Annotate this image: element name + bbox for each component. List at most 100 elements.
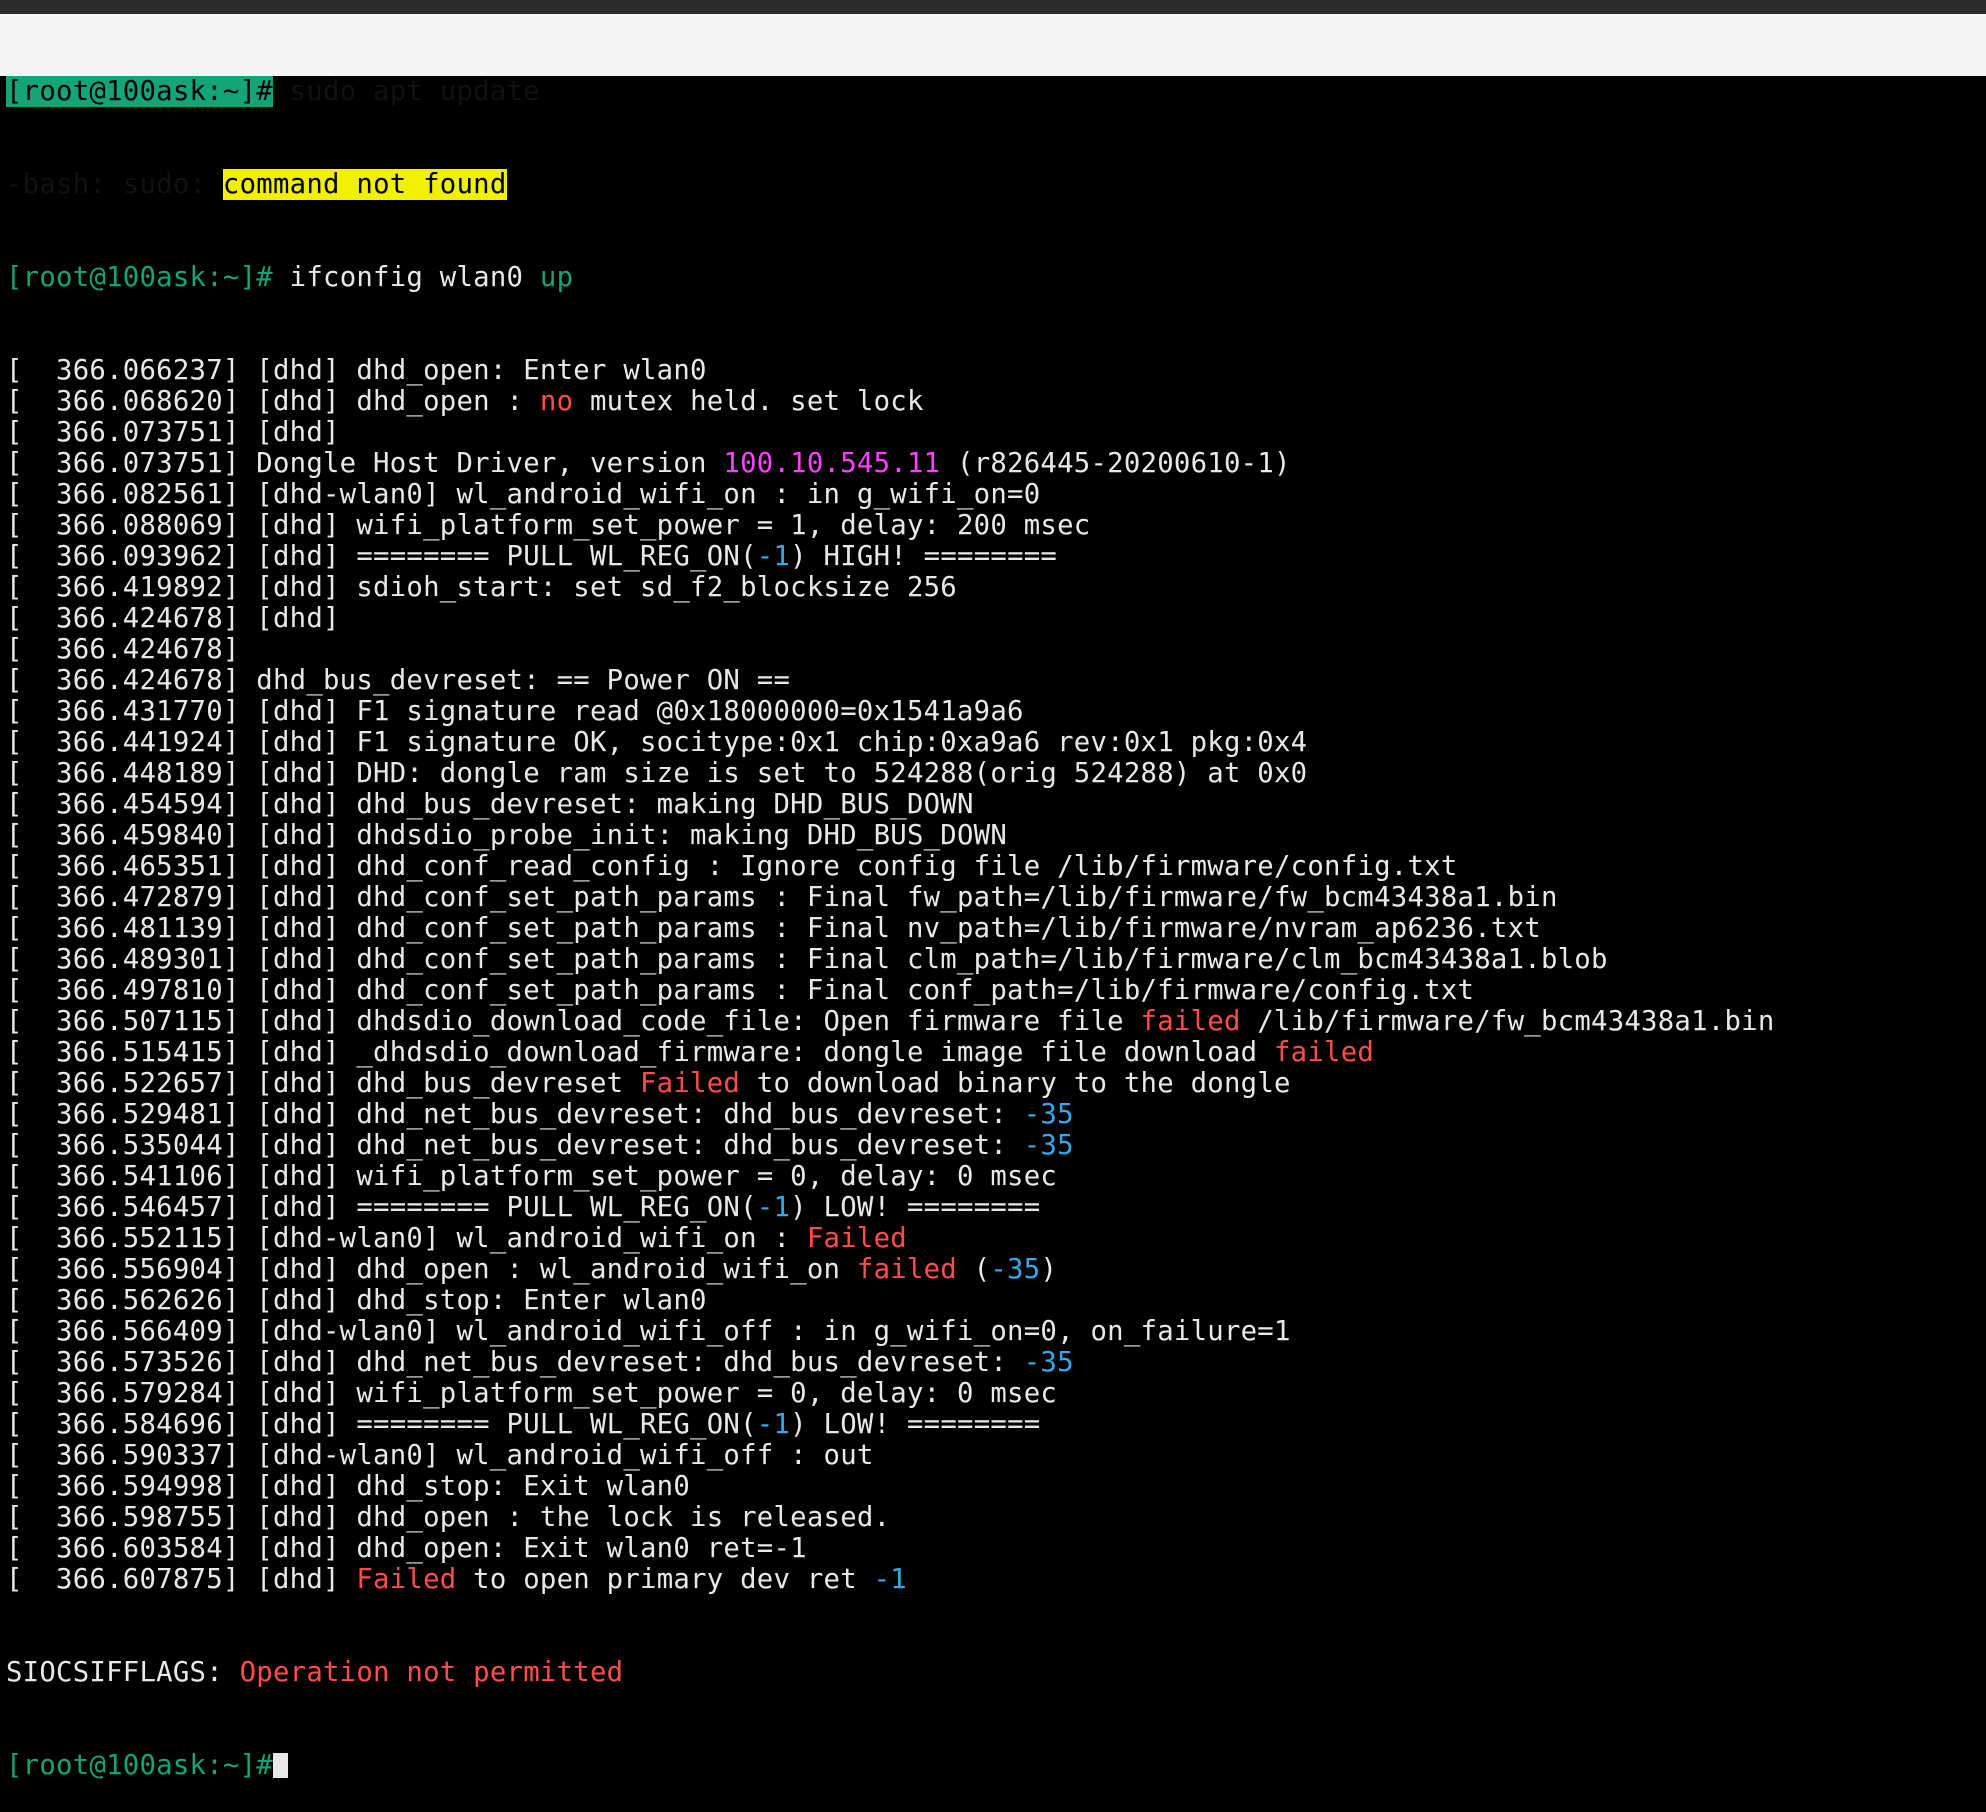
log-text: [dhd] _dhdsdio_download_firmware: dongle… bbox=[239, 1037, 1274, 1068]
log-line: [ 366.598755] [dhd] dhd_open : the lock … bbox=[6, 1502, 1775, 1533]
log-timestamp: [ 366.584696] bbox=[6, 1409, 240, 1440]
log-text-tail: mutex held. set lock bbox=[573, 386, 924, 417]
log-highlight: failed bbox=[1274, 1037, 1375, 1068]
log-timestamp: [ 366.590337] bbox=[6, 1440, 240, 1471]
log-line: [ 366.594998] [dhd] dhd_stop: Exit wlan0 bbox=[6, 1471, 1775, 1502]
log-timestamp: [ 366.562626] bbox=[6, 1285, 240, 1316]
log-text: [dhd] dhdsdio_download_code_file: Open f… bbox=[239, 1006, 1141, 1037]
kernel-log: [ 366.066237] [dhd] dhd_open: Enter wlan… bbox=[6, 355, 1775, 1595]
log-line: [ 366.082561] [dhd-wlan0] wl_android_wif… bbox=[6, 479, 1775, 510]
error-prefix: SIOCSIFFLAGS: bbox=[6, 1657, 240, 1688]
log-text: [dhd] dhd_conf_set_path_params : Final n… bbox=[239, 913, 1541, 944]
log-timestamp: [ 366.459840] bbox=[6, 820, 240, 851]
log-line: [ 366.566409] [dhd-wlan0] wl_android_wif… bbox=[6, 1316, 1775, 1347]
log-line: [ 366.556904] [dhd] dhd_open : wl_androi… bbox=[6, 1254, 1775, 1285]
log-highlight: -35 bbox=[1023, 1347, 1074, 1378]
log-text: [dhd] dhd_open : wl_android_wifi_on bbox=[239, 1254, 857, 1285]
log-line: [ 366.562626] [dhd] dhd_stop: Enter wlan… bbox=[6, 1285, 1775, 1316]
log-line: [ 366.579284] [dhd] wifi_platform_set_po… bbox=[6, 1378, 1775, 1409]
log-text-tail: ) LOW! ======== bbox=[790, 1192, 1041, 1223]
error-message: Operation not permitted bbox=[239, 1657, 624, 1688]
log-text-tail: ) LOW! ======== bbox=[790, 1409, 1041, 1440]
log-text: [dhd] dhd_open: Exit wlan0 ret=-1 bbox=[239, 1533, 807, 1564]
log-timestamp: [ 366.424678] bbox=[6, 634, 240, 665]
log-timestamp: [ 366.507115] bbox=[6, 1006, 240, 1037]
log-line: [ 366.541106] [dhd] wifi_platform_set_po… bbox=[6, 1161, 1775, 1192]
final-prompt-line[interactable]: [root@100ask:~]# bbox=[6, 1750, 1775, 1781]
log-text: Dongle Host Driver, version bbox=[239, 448, 724, 479]
log-text: [dhd] bbox=[239, 1564, 357, 1595]
log-timestamp: [ 366.566409] bbox=[6, 1316, 240, 1347]
log-text-tail: ) bbox=[1040, 1254, 1058, 1285]
log-timestamp: [ 366.529481] bbox=[6, 1099, 240, 1130]
log-highlight: Failed bbox=[640, 1068, 741, 1099]
log-line: [ 366.424678] dhd_bus_devreset: == Power… bbox=[6, 665, 1775, 696]
log-text: [dhd] ======== PULL WL_REG_ON( bbox=[239, 541, 757, 572]
log-line: [ 366.093962] [dhd] ======== PULL WL_REG… bbox=[6, 541, 1775, 572]
log-highlight: -35 bbox=[1023, 1130, 1074, 1161]
log-timestamp: [ 366.594998] bbox=[6, 1471, 240, 1502]
shell-prompt: [root@100ask:~]# bbox=[6, 76, 273, 107]
log-line: [ 366.497810] [dhd] dhd_conf_set_path_pa… bbox=[6, 975, 1775, 1006]
log-line: [ 366.459840] [dhd] dhdsdio_probe_init: … bbox=[6, 820, 1775, 851]
log-text: [dhd] dhd_stop: Exit wlan0 bbox=[239, 1471, 691, 1502]
log-timestamp: [ 366.066237] bbox=[6, 355, 240, 386]
log-text: [dhd] sdioh_start: set sd_f2_blocksize 2… bbox=[239, 572, 957, 603]
log-text: [dhd] dhd_net_bus_devreset: dhd_bus_devr… bbox=[239, 1347, 1024, 1378]
log-line: [ 366.068620] [dhd] dhd_open : no mutex … bbox=[6, 386, 1775, 417]
log-highlight: -35 bbox=[990, 1254, 1041, 1285]
log-text: [dhd] dhdsdio_probe_init: making DHD_BUS… bbox=[239, 820, 1008, 851]
command-text: sudo apt update bbox=[272, 76, 540, 107]
log-text: dhd_bus_devreset: == Power ON == bbox=[239, 665, 791, 696]
log-line: [ 366.454594] [dhd] dhd_bus_devreset: ma… bbox=[6, 789, 1775, 820]
log-text: [dhd-wlan0] wl_android_wifi_off : out bbox=[239, 1440, 874, 1471]
log-highlight: failed bbox=[1140, 1006, 1241, 1037]
log-line: [ 366.472879] [dhd] dhd_conf_set_path_pa… bbox=[6, 882, 1775, 913]
log-text: [dhd] dhd_conf_set_path_params : Final f… bbox=[239, 882, 1558, 913]
log-timestamp: [ 366.481139] bbox=[6, 913, 240, 944]
log-text-tail: to download binary to the dongle bbox=[740, 1068, 1291, 1099]
log-text: [dhd] dhd_net_bus_devreset: dhd_bus_devr… bbox=[239, 1099, 1024, 1130]
command-line-ifconfig: [root@100ask:~]# ifconfig wlan0 up bbox=[6, 262, 1775, 293]
log-text: [dhd-wlan0] wl_android_wifi_on : bbox=[239, 1223, 807, 1254]
log-timestamp: [ 366.472879] bbox=[6, 882, 240, 913]
log-highlight: 100.10.545.11 bbox=[723, 448, 941, 479]
log-text-tail: /lib/firmware/fw_bcm43438a1.bin bbox=[1240, 1006, 1775, 1037]
command-line-sudo: [root@100ask:~]# sudo apt update bbox=[6, 76, 1775, 107]
log-timestamp: [ 366.556904] bbox=[6, 1254, 240, 1285]
log-timestamp: [ 366.448189] bbox=[6, 758, 240, 789]
log-line: [ 366.088069] [dhd] wifi_platform_set_po… bbox=[6, 510, 1775, 541]
log-highlight: Failed bbox=[806, 1223, 907, 1254]
log-timestamp: [ 366.073751] bbox=[6, 417, 240, 448]
log-text: [dhd] wifi_platform_set_power = 1, delay… bbox=[239, 510, 1091, 541]
log-highlight: -1 bbox=[756, 1192, 791, 1223]
log-line: [ 366.441924] [dhd] F1 signature OK, soc… bbox=[6, 727, 1775, 758]
log-timestamp: [ 366.424678] bbox=[6, 665, 240, 696]
log-highlight: no bbox=[539, 386, 574, 417]
log-text: [dhd] dhd_net_bus_devreset: dhd_bus_devr… bbox=[239, 1130, 1024, 1161]
log-text: [dhd] wifi_platform_set_power = 0, delay… bbox=[239, 1378, 1058, 1409]
log-timestamp: [ 366.497810] bbox=[6, 975, 240, 1006]
log-timestamp: [ 366.489301] bbox=[6, 944, 240, 975]
log-line: [ 366.552115] [dhd-wlan0] wl_android_wif… bbox=[6, 1223, 1775, 1254]
log-timestamp: [ 366.603584] bbox=[6, 1533, 240, 1564]
log-line: [ 366.507115] [dhd] dhdsdio_download_cod… bbox=[6, 1006, 1775, 1037]
search-match-highlight: command not found bbox=[222, 169, 507, 200]
log-timestamp: [ 366.573526] bbox=[6, 1347, 240, 1378]
shell-prompt: [root@100ask:~]# bbox=[6, 1750, 273, 1781]
log-timestamp: [ 366.068620] bbox=[6, 386, 240, 417]
log-timestamp: [ 366.424678] bbox=[6, 603, 240, 634]
text-cursor bbox=[272, 1753, 288, 1778]
log-text: [dhd] dhd_conf_read_config : Ignore conf… bbox=[239, 851, 1458, 882]
log-text: [dhd] bbox=[239, 417, 340, 448]
log-timestamp: [ 366.546457] bbox=[6, 1192, 240, 1223]
log-line: [ 366.489301] [dhd] dhd_conf_set_path_pa… bbox=[6, 944, 1775, 975]
log-line: [ 366.590337] [dhd-wlan0] wl_android_wif… bbox=[6, 1440, 1775, 1471]
log-timestamp: [ 366.522657] bbox=[6, 1068, 240, 1099]
log-text-tail: (r826445-20200610-1) bbox=[940, 448, 1291, 479]
log-text: [dhd] DHD: dongle ram size is set to 524… bbox=[239, 758, 1308, 789]
terminal-output[interactable]: [root@100ask:~]# sudo apt update -bash: … bbox=[6, 14, 1775, 1812]
log-timestamp: [ 366.535044] bbox=[6, 1130, 240, 1161]
log-text: [dhd] dhd_open: Enter wlan0 bbox=[239, 355, 707, 386]
log-timestamp: [ 366.465351] bbox=[6, 851, 240, 882]
